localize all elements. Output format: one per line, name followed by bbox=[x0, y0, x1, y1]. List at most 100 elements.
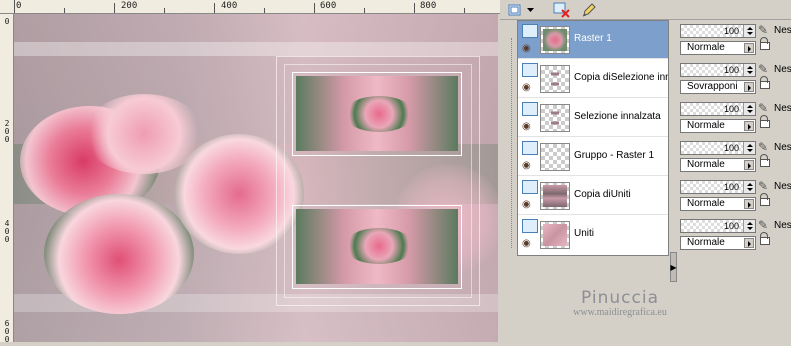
new-layer-icon[interactable] bbox=[506, 1, 524, 19]
opacity-field[interactable]: 100 bbox=[680, 63, 756, 77]
layer-props-row: 100 ✎ Nes Sovrapponi bbox=[680, 59, 791, 97]
opacity-spinner[interactable] bbox=[743, 25, 755, 37]
layer-props-row: 100 ✎ Nes Normale bbox=[680, 98, 791, 136]
layer-row-copia-selezione[interactable]: ◉ Copia diSelezione innalzata bbox=[518, 60, 668, 98]
mask-label: Nes bbox=[774, 220, 791, 231]
ruler-label: 400 bbox=[4, 219, 10, 244]
blend-arrow-icon[interactable] bbox=[744, 82, 754, 92]
lock-icon[interactable] bbox=[760, 154, 770, 167]
visibility-eye-icon[interactable]: ◉ bbox=[522, 44, 531, 54]
watermark-name: Pinuccia bbox=[581, 288, 659, 308]
ruler-label: 600 bbox=[4, 319, 10, 344]
blend-arrow-icon[interactable] bbox=[744, 43, 754, 53]
layer-thumbnail bbox=[540, 104, 570, 132]
layer-type-icon bbox=[522, 219, 538, 233]
opacity-spinner[interactable] bbox=[743, 103, 755, 115]
layer-row-copia-uniti[interactable]: ◉ Copia diUniti bbox=[518, 177, 668, 215]
ruler-tick bbox=[364, 8, 365, 13]
blend-mode-select[interactable]: Normale bbox=[680, 236, 756, 250]
edit-mask-icon[interactable]: ✎ bbox=[758, 140, 772, 154]
ruler-label: 800 bbox=[420, 1, 437, 11]
layer-thumbnail bbox=[540, 143, 570, 171]
opacity-field[interactable]: 100 bbox=[680, 219, 756, 233]
layer-thumbnail bbox=[540, 221, 570, 249]
layer-props-row: 100 ✎ Nes Normale bbox=[680, 20, 791, 58]
expand-arrow-icon[interactable]: ▶ bbox=[670, 252, 677, 282]
peony-flower bbox=[84, 94, 204, 174]
blend-mode-select[interactable]: Normale bbox=[680, 158, 756, 172]
blend-mode-select[interactable]: Normale bbox=[680, 119, 756, 133]
layer-name: Copia diSelezione innalzata bbox=[574, 72, 668, 83]
layer-tree-line bbox=[511, 38, 512, 248]
lock-icon[interactable] bbox=[760, 37, 770, 50]
ruler-tick bbox=[14, 0, 15, 13]
edit-mask-icon[interactable]: ✎ bbox=[758, 62, 772, 76]
mask-label: Nes bbox=[774, 103, 791, 114]
blend-mode-value: Normale bbox=[687, 42, 725, 53]
opacity-value: 100 bbox=[723, 104, 739, 114]
blend-arrow-icon[interactable] bbox=[744, 160, 754, 170]
mask-label: Nes bbox=[774, 64, 791, 75]
lock-icon[interactable] bbox=[760, 193, 770, 206]
visibility-eye-icon[interactable]: ◉ bbox=[522, 161, 531, 171]
lock-icon[interactable] bbox=[760, 76, 770, 89]
ruler-tick bbox=[314, 3, 315, 13]
ruler-label: 600 bbox=[320, 1, 337, 11]
blend-mode-value: Normale bbox=[687, 198, 725, 209]
blend-mode-value: Normale bbox=[687, 159, 725, 170]
edit-mask-icon[interactable]: ✎ bbox=[758, 179, 772, 193]
opacity-value: 100 bbox=[723, 182, 739, 192]
blend-mode-value: Normale bbox=[687, 120, 725, 131]
ruler-tick bbox=[414, 3, 415, 13]
edit-mask-icon[interactable]: ✎ bbox=[758, 218, 772, 232]
opacity-value: 100 bbox=[723, 221, 739, 231]
lock-icon[interactable] bbox=[760, 232, 770, 245]
edit-pencil-icon[interactable] bbox=[580, 1, 598, 19]
blend-arrow-icon[interactable] bbox=[744, 121, 754, 131]
layer-row-selezione[interactable]: ◉ Selezione innalzata bbox=[518, 99, 668, 137]
ruler-tick bbox=[464, 8, 465, 13]
flower-thumbnail bbox=[344, 96, 414, 132]
blend-arrow-icon[interactable] bbox=[744, 199, 754, 209]
opacity-field[interactable]: 100 bbox=[680, 102, 756, 116]
mask-label: Nes bbox=[774, 25, 791, 36]
blend-arrow-icon[interactable] bbox=[744, 238, 754, 248]
mask-label: Nes bbox=[774, 181, 791, 192]
ruler-label: 200 bbox=[121, 1, 138, 11]
lock-icon[interactable] bbox=[760, 115, 770, 128]
blend-mode-value: Normale bbox=[687, 237, 725, 248]
layer-name: Selezione innalzata bbox=[574, 111, 661, 122]
layer-props-row: 100 ✎ Nes Normale bbox=[680, 137, 791, 175]
peony-flower bbox=[44, 194, 194, 314]
ruler-label: 400 bbox=[221, 1, 238, 11]
blend-mode-value: Sovrapponi bbox=[687, 81, 738, 92]
image-canvas[interactable] bbox=[14, 14, 498, 342]
opacity-spinner[interactable] bbox=[743, 181, 755, 193]
opacity-field[interactable]: 100 bbox=[680, 24, 756, 38]
opacity-field[interactable]: 100 bbox=[680, 180, 756, 194]
dropdown-arrow-icon[interactable] bbox=[525, 1, 535, 19]
edit-mask-icon[interactable]: ✎ bbox=[758, 23, 772, 37]
layer-row-uniti[interactable]: ◉ Uniti bbox=[518, 216, 668, 254]
blend-mode-select[interactable]: Sovrapponi bbox=[680, 80, 756, 94]
layer-row-gruppo[interactable]: ◉ Gruppo - Raster 1 bbox=[518, 138, 668, 176]
opacity-field[interactable]: 100 bbox=[680, 141, 756, 155]
opacity-spinner[interactable] bbox=[743, 142, 755, 154]
opacity-spinner[interactable] bbox=[743, 64, 755, 76]
visibility-eye-icon[interactable]: ◉ bbox=[522, 122, 531, 132]
canvas-band bbox=[14, 42, 498, 56]
layer-props-row: 100 ✎ Nes Normale bbox=[680, 176, 791, 214]
blend-mode-select[interactable]: Normale bbox=[680, 41, 756, 55]
visibility-eye-icon[interactable]: ◉ bbox=[522, 239, 531, 249]
delete-layer-icon[interactable] bbox=[552, 1, 572, 19]
layer-row-raster-1[interactable]: ◉ Raster 1 bbox=[518, 21, 668, 59]
edit-mask-icon[interactable]: ✎ bbox=[758, 101, 772, 115]
layer-type-icon bbox=[522, 180, 538, 194]
blend-mode-select[interactable]: Normale bbox=[680, 197, 756, 211]
opacity-spinner[interactable] bbox=[743, 220, 755, 232]
visibility-eye-icon[interactable]: ◉ bbox=[522, 200, 531, 210]
watermark: Pinuccia www.maidiregrafica.eu bbox=[520, 288, 720, 318]
ruler-tick bbox=[214, 3, 215, 13]
layer-name: Uniti bbox=[574, 228, 595, 239]
visibility-eye-icon[interactable]: ◉ bbox=[522, 83, 531, 93]
